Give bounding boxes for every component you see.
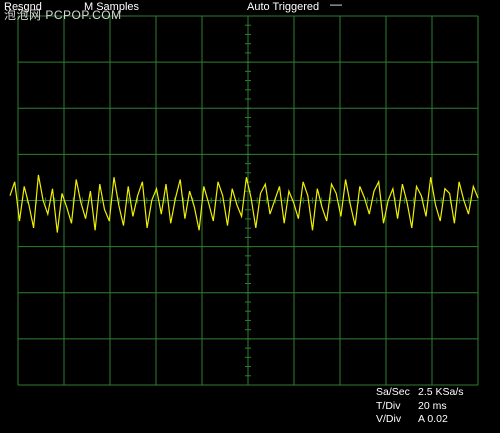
signal-trace [9, 174, 479, 233]
readout-row-volt-div: V/Div A 0.02 [376, 413, 464, 427]
watermark: 泡泡网 PCPOP.COM [4, 8, 122, 22]
oscilloscope-display [9, 15, 479, 386]
readout-value: A 0.02 [418, 413, 448, 425]
trigger-indicator: — [330, 0, 342, 11]
readout-label: T/Div [376, 399, 401, 412]
readout-value: 20 ms [418, 399, 447, 412]
graticule [17, 15, 479, 386]
measurement-readout: Sa/Sec 2.5 KSa/s T/Div 20 ms V/Div A 0.02 [376, 386, 464, 427]
trigger-mode-label: Auto Triggered [247, 1, 320, 13]
readout-row-time-div: T/Div 20 ms [376, 400, 464, 414]
readout-label: V/Div [376, 413, 402, 425]
readout-row-sample-rate: Sa/Sec 2.5 KSa/s [376, 386, 464, 400]
readout-value: 2.5 KSa/s [418, 386, 464, 398]
readout-label: Sa/Sec [376, 386, 410, 398]
